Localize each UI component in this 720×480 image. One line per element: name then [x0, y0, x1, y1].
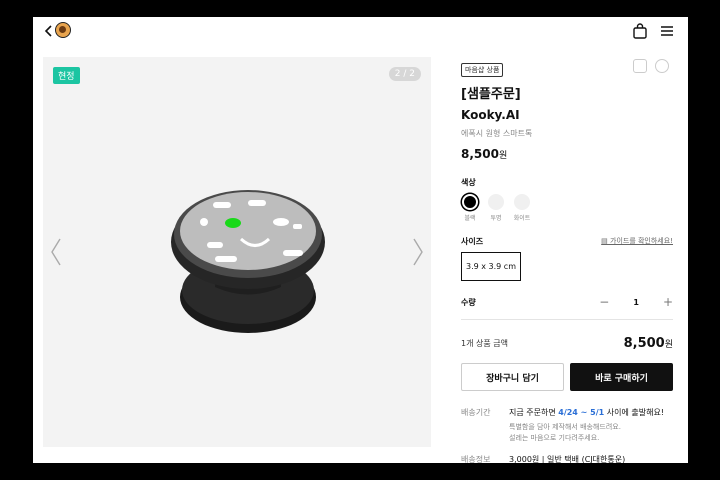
new-badge: 현정 — [53, 67, 80, 84]
swatch-name: 블랙 — [464, 215, 476, 222]
divider — [461, 319, 673, 320]
product-title: [샘플주문] — [461, 87, 521, 102]
shipping-info-value: 3,000원 | 일반 택배 (CJ대한통운) — [509, 455, 626, 463]
swatch-dot — [462, 194, 478, 210]
quantity-minus-button[interactable]: − — [599, 295, 609, 309]
chevron-left-icon[interactable] — [49, 237, 63, 267]
size-guide-link[interactable]: ▤ 가이드를 확인하세요! — [601, 236, 673, 247]
size-option[interactable]: 3.9 x 3.9 cm — [461, 252, 521, 281]
price-value: 8,500 — [461, 147, 499, 161]
heart-icon[interactable] — [655, 59, 669, 73]
hamburger-menu-icon[interactable] — [658, 22, 676, 40]
period-dates: 4/24 ~ 5/1 — [558, 408, 605, 417]
brand-logo[interactable] — [55, 22, 71, 38]
shipping-info-label: 배송정보 — [461, 455, 491, 463]
share-icon[interactable] — [633, 59, 647, 73]
shipping-note: 특별함을 담아 제작해서 배송해드려요. 설레는 마음으로 기다려주세요. — [509, 422, 673, 444]
shopping-bag-icon[interactable] — [631, 22, 649, 40]
total-row: 1개 상품 금액 8,500원 — [461, 336, 673, 351]
product-price: 8,500원 — [461, 147, 673, 161]
period-pre: 지금 주문하면 — [509, 408, 559, 417]
add-to-cart-button[interactable]: 장바구니 담기 — [461, 363, 564, 391]
swatch-dot — [514, 194, 530, 210]
quantity-value: 1 — [633, 297, 639, 307]
image-counter: 2 / 2 — [388, 67, 421, 81]
shipping-period-value: 지금 주문하면 4/24 ~ 5/1 사이에 출발해요! 특별함을 담아 제작해… — [509, 407, 673, 444]
swatch-name: 투명 — [490, 215, 502, 222]
product-gallery: 현정 2 / 2 — [43, 57, 431, 447]
action-buttons: 장바구니 담기 바로 구매하기 — [461, 363, 673, 391]
color-swatches: 블랙 투명 화이트 — [461, 194, 673, 222]
size-row: 사이즈 ▤ 가이드를 확인하세요! — [461, 236, 673, 247]
product-info: 마음샵 상품 [샘플주문] Kooky.AI 에폭시 원형 스마트톡 8,500… — [461, 57, 673, 463]
shipping-period-label: 배송기간 — [461, 408, 491, 417]
product-brand: Kooky.AI — [461, 108, 520, 122]
size-label: 사이즈 — [461, 237, 484, 246]
chevron-right-icon[interactable] — [411, 237, 425, 267]
size-guide-text: 가이드를 확인하세요! — [610, 237, 673, 245]
quantity-label: 수량 — [461, 297, 476, 307]
shipping-note-1: 특별함을 담아 제작해서 배송해드려요. — [509, 423, 621, 431]
shipping-info: 배송정보 3,000원 | 일반 택배 (CJ대한통운) — [461, 454, 673, 463]
color-label: 색상 — [461, 178, 476, 187]
shipping-period: 배송기간 지금 주문하면 4/24 ~ 5/1 사이에 출발해요! 특별함을 담… — [461, 407, 673, 444]
swatch-name: 화이트 — [513, 215, 531, 222]
period-post: 사이에 출발해요! — [604, 408, 665, 417]
quantity-row: 수량 − 1 + — [461, 295, 673, 309]
color-swatch-black[interactable]: 블랙 — [461, 194, 479, 222]
total-value: 8,500 — [623, 336, 665, 351]
buy-now-button[interactable]: 바로 구매하기 — [570, 363, 673, 391]
total-label: 1개 상품 금액 — [461, 339, 508, 348]
page-frame: 현정 2 / 2 마음샵 상품 [샘플주문] Kooky.AI 에폭시 원형 스… — [33, 17, 688, 463]
shipping-note-2: 설레는 마음으로 기다려주세요. — [509, 434, 600, 442]
price-unit: 원 — [498, 151, 508, 161]
swatch-dot — [488, 194, 504, 210]
product-subtitle: 에폭시 원형 스마트톡 — [461, 129, 533, 138]
total-price: 8,500원 — [624, 336, 673, 351]
total-unit: 원 — [664, 340, 673, 350]
quantity-stepper: − 1 + — [599, 295, 673, 309]
header — [33, 17, 688, 47]
color-swatch-white[interactable]: 화이트 — [513, 194, 531, 222]
color-swatch-clear[interactable]: 투명 — [487, 194, 505, 222]
shop-tag: 마음샵 상품 — [461, 63, 504, 77]
quantity-plus-button[interactable]: + — [663, 295, 673, 309]
product-image — [171, 190, 325, 333]
